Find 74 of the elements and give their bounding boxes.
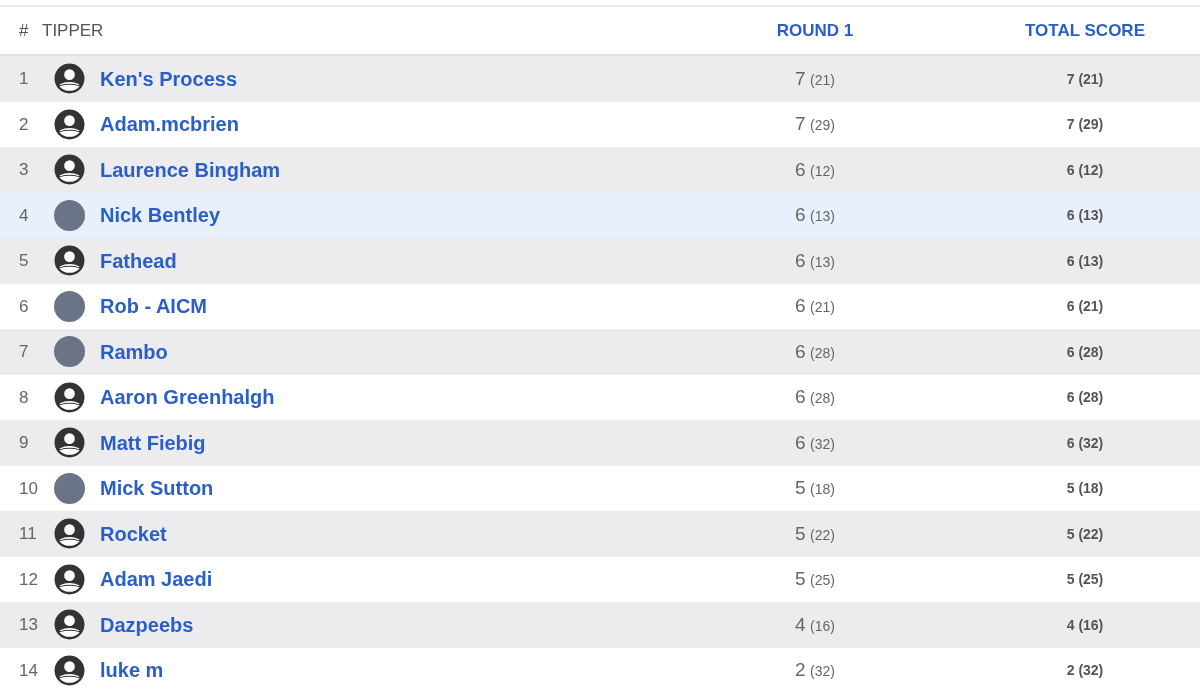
tipper-link[interactable]: Adam Jaedi [100, 568, 213, 591]
column-header[interactable]: ROUND 1 [680, 17, 950, 44]
column-header: # [19, 20, 29, 40]
total-score: 5 (22) [1066, 525, 1104, 542]
round-score: 6 (13) [795, 252, 835, 270]
total-score: 6 (28) [1066, 389, 1104, 406]
round-score: 5 (18) [795, 480, 835, 497]
round-score: 2 (32) [795, 662, 835, 679]
default-avatar-icon [54, 381, 85, 413]
default-avatar-icon [54, 654, 85, 686]
avatar-photo-placeholder [54, 290, 85, 322]
tipper-link[interactable]: Ken's Process [100, 67, 238, 90]
total-score: 7 (29) [1066, 116, 1104, 133]
default-avatar-icon [54, 108, 85, 140]
total-score: 4 (16) [1066, 616, 1104, 633]
default-avatar-icon [54, 245, 85, 277]
total-score: 5 (25) [1066, 571, 1104, 588]
total-score: 6 (21) [1066, 298, 1104, 315]
round-score: 7 (21) [795, 70, 835, 88]
total-score: 6 (32) [1066, 434, 1104, 451]
total-score: 5 (18) [1066, 480, 1104, 497]
rank-number: 14 [18, 660, 38, 680]
rank-number: 13 [18, 615, 38, 634]
rank-number: 9 [18, 433, 29, 452]
avatar-photo-placeholder [54, 336, 85, 368]
default-avatar-icon [54, 609, 85, 641]
tipper-link[interactable]: Laurence Bingham [100, 158, 281, 181]
rank-number: 7 [18, 342, 29, 361]
total-score: 7 (21) [1066, 70, 1104, 87]
avatar-photo-placeholder [54, 472, 85, 504]
total-score: 6 (13) [1066, 252, 1104, 269]
rank-number: 3 [18, 160, 29, 179]
avatar-photo-placeholder [54, 199, 85, 231]
total-score: 6 (28) [1066, 343, 1104, 360]
round-score: 5 (25) [795, 571, 835, 588]
tipper-link[interactable]: Dazpeebs [100, 613, 194, 636]
column-header[interactable]: TOTAL SCORE [970, 17, 1200, 44]
round-score: 6 (21) [795, 298, 835, 315]
rank-number: 6 [18, 296, 29, 316]
round-score: 7 (29) [795, 116, 835, 133]
rank-number: 1 [18, 69, 29, 88]
tipper-link[interactable]: Rocket [100, 522, 167, 545]
round-score: 6 (28) [795, 343, 835, 361]
total-score: 2 (32) [1066, 662, 1104, 679]
default-avatar-icon [54, 518, 85, 550]
default-avatar-icon [54, 563, 85, 595]
round-score: 6 (12) [795, 161, 835, 179]
tipper-link[interactable]: Fathead [100, 249, 177, 272]
total-score: 6 (13) [1066, 207, 1104, 224]
rank-number: 8 [18, 387, 29, 407]
rank-number: 5 [18, 251, 29, 270]
default-avatar-icon [54, 427, 85, 459]
round-score: 5 (22) [795, 525, 835, 543]
default-avatar-icon [54, 154, 85, 186]
total-score: 6 (12) [1066, 161, 1104, 178]
default-avatar-icon [54, 63, 85, 95]
tipper-link[interactable]: Rob - AICM [100, 295, 207, 318]
round-score: 6 (13) [795, 207, 835, 224]
round-score: 4 (16) [795, 616, 835, 634]
rank-number: 10 [18, 478, 38, 498]
column-header: TIPPER [42, 20, 104, 40]
tipper-link[interactable]: Adam.mcbrien [100, 113, 239, 136]
tipper-link[interactable]: Nick Bentley [100, 204, 221, 227]
tipper-link[interactable]: Aaron Greenhalgh [100, 386, 275, 409]
round-score: 6 (32) [795, 434, 835, 452]
tipper-link[interactable]: Rambo [100, 340, 168, 363]
tipper-link[interactable]: luke m [100, 659, 164, 682]
tipper-link[interactable]: Matt Fiebig [100, 431, 206, 454]
round-score: 6 (28) [795, 389, 835, 406]
rank-number: 4 [18, 205, 29, 225]
rank-number: 11 [18, 524, 37, 543]
rank-number: 2 [18, 114, 29, 134]
rank-number: 12 [18, 569, 38, 589]
tipper-link[interactable]: Mick Sutton [100, 477, 214, 500]
